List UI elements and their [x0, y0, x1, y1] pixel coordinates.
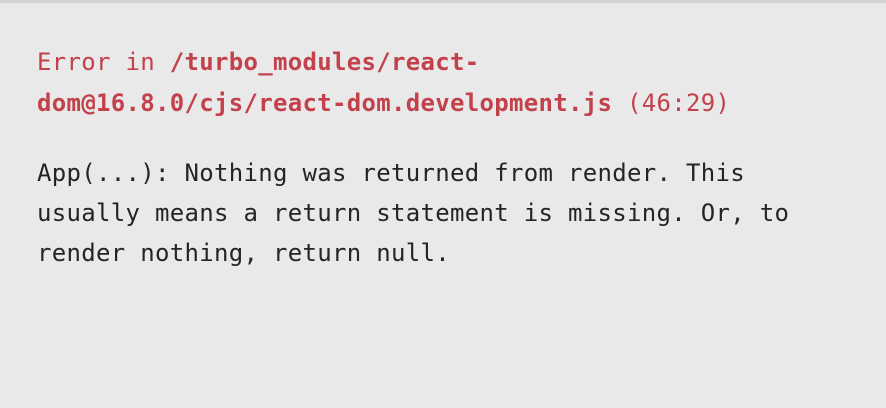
error-message: App(...): Nothing was returned from rend… [37, 153, 847, 273]
error-location: (46:29) [626, 89, 731, 117]
error-message-line: App(...): Nothing was returned from rend… [37, 159, 745, 187]
top-divider [0, 0, 886, 3]
error-overlay: Error in /turbo_modules/react-dom@16.8.0… [37, 42, 847, 273]
error-prefix: Error in [37, 48, 170, 76]
error-message-line: render nothing, return null. [37, 239, 450, 267]
error-file-path: /turbo_modules/react- [169, 48, 480, 76]
error-message-line: usually means a return statement is miss… [37, 199, 790, 227]
error-heading: Error in /turbo_modules/react-dom@16.8.0… [37, 42, 847, 124]
error-file-path-continued: dom@16.8.0/cjs/react-dom.development.js [37, 89, 613, 117]
